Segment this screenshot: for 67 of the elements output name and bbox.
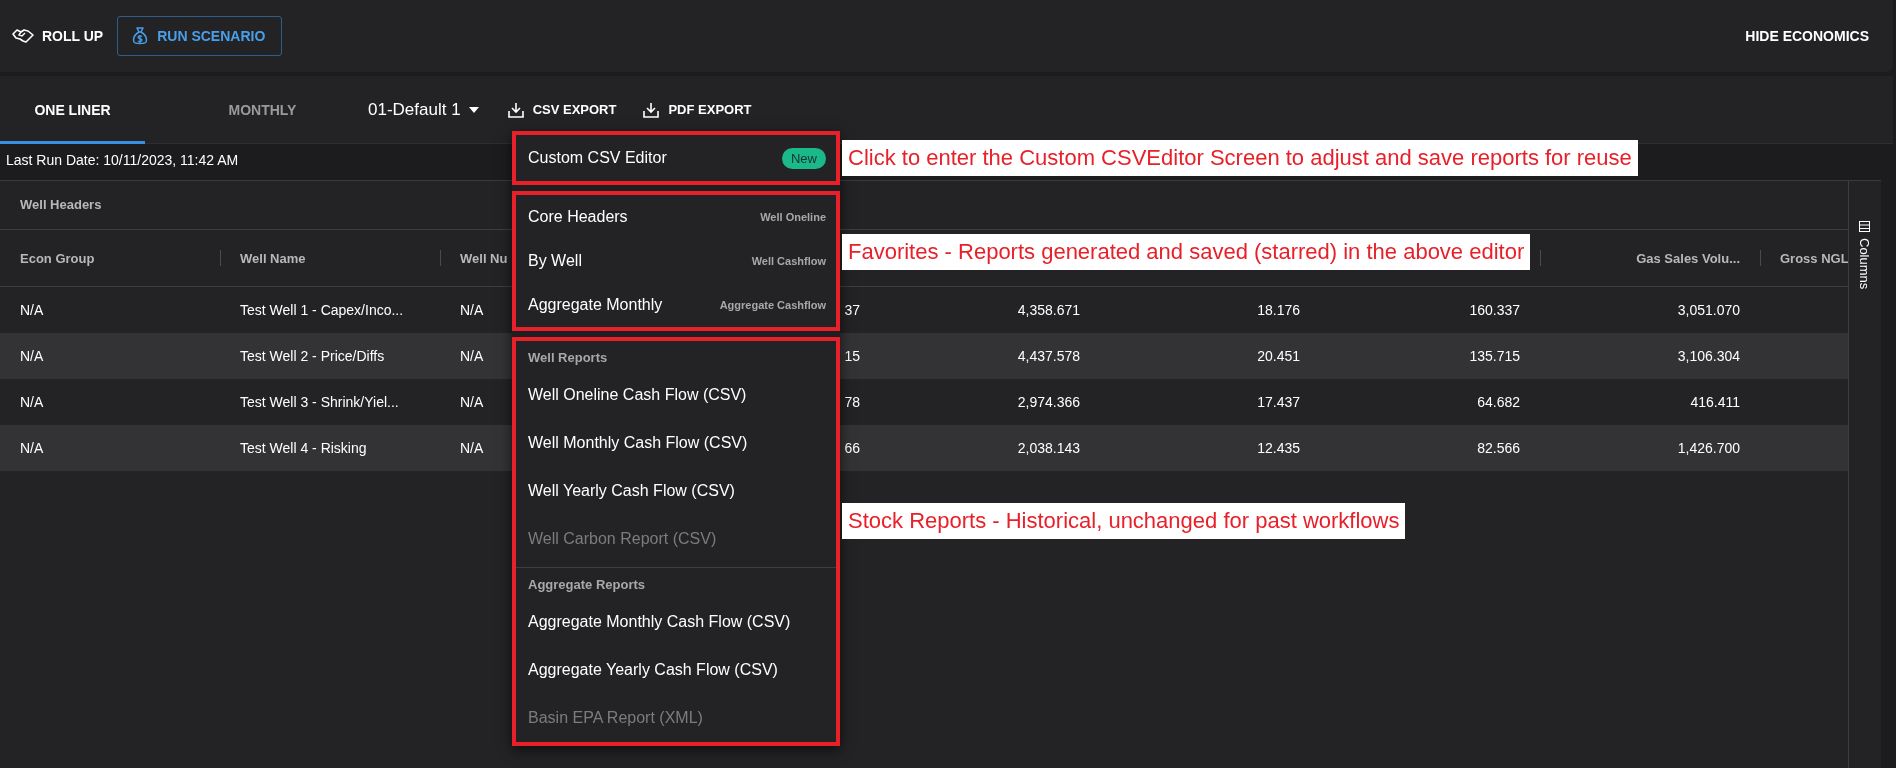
column-header[interactable]: Econ Group	[20, 250, 95, 266]
callout-note: Click to enter the Custom CSVEditor Screen to adjust and save reports for reuse	[842, 140, 1638, 176]
column-header[interactable]: Well Nu	[460, 250, 508, 266]
table-cell: 15	[844, 348, 860, 364]
export-button[interactable]: PDF EXPORT	[642, 100, 752, 119]
table-cell: 2,038.143	[1017, 440, 1080, 456]
report-type-label: Well Cashflow	[751, 255, 826, 267]
table-cell: 82.566	[1477, 440, 1520, 456]
export-button[interactable]: CSV EXPORT	[506, 100, 617, 119]
table-cell: N/A	[460, 440, 484, 456]
caret-icon	[468, 106, 479, 113]
menu-item[interactable]: Custom CSV Editor New	[516, 135, 836, 181]
table-cell: Test Well 2 - Price/Diffs	[240, 348, 385, 364]
download-icon	[506, 100, 525, 119]
menu-item[interactable]: Aggregate Yearly Cash Flow (CSV)	[516, 646, 836, 694]
table-cell: 4,437.578	[1017, 348, 1080, 364]
column-header[interactable]: Gas Sales Volu...	[1636, 250, 1740, 266]
callout-note: Favorites - Reports generated and saved (starred) in the above editor	[842, 234, 1531, 270]
table-cell: 66	[844, 440, 860, 456]
table-cell: N/A	[20, 440, 44, 456]
columns-panel-toggle[interactable]: Columns	[1848, 181, 1880, 768]
hide-economics-button[interactable]: HIDE ECONOMICS	[1745, 28, 1869, 44]
money-bag-icon	[132, 27, 149, 45]
menu-item[interactable]: By Well Well Cashflow	[516, 239, 836, 283]
menu-group-title: Aggregate Reports	[527, 576, 647, 594]
table-cell: 78	[844, 394, 860, 410]
handshake-icon	[12, 28, 34, 44]
table-cell: N/A	[460, 394, 484, 410]
column-header[interactable]: Gross NGL	[1780, 250, 1848, 266]
table-cell: 20.451	[1257, 348, 1300, 364]
columns-icon	[1859, 221, 1870, 232]
table-cell: N/A	[20, 394, 44, 410]
table-cell: 3,051.070	[1677, 302, 1740, 318]
new-badge: New	[782, 147, 826, 169]
menu-item[interactable]: Aggregate Monthly Cash Flow (CSV)	[516, 598, 836, 646]
column-header[interactable]: Well Name	[240, 250, 306, 266]
report-type-label: Well Oneline	[760, 211, 826, 223]
tab[interactable]: MONTHLY	[175, 75, 350, 144]
menu-item[interactable]: Aggregate Monthly Aggregate Cashflow	[516, 283, 836, 327]
roll-up-button[interactable]: ROLL UP	[12, 28, 104, 44]
run-scenario-button[interactable]: RUN SCENARIO	[117, 16, 283, 56]
table-cell: 12.435	[1257, 440, 1300, 456]
table-cell: 4,358.671	[1017, 302, 1080, 318]
table-cell: Test Well 3 - Shrink/Yiel...	[240, 394, 399, 410]
table-cell: 160.337	[1469, 302, 1520, 318]
table-cell: N/A	[20, 302, 44, 318]
table-cell: 37	[844, 302, 860, 318]
scenario-dropdown[interactable]: 01-Default 1	[368, 99, 479, 120]
table-cell: Test Well 1 - Capex/Inco...	[240, 302, 404, 318]
menu-group-title: Well Reports	[527, 349, 609, 367]
table-cell: 64.682	[1477, 394, 1520, 410]
table-cell: 2,974.366	[1017, 394, 1080, 410]
table-cell: N/A	[20, 348, 44, 364]
table-cell: 18.176	[1257, 302, 1300, 318]
report-type-label: Aggregate Cashflow	[719, 299, 826, 311]
table-cell: 3,106.304	[1677, 348, 1740, 364]
table-cell: 416.411	[1690, 394, 1740, 410]
download-icon	[642, 100, 661, 119]
table-cell: N/A	[460, 348, 484, 364]
table-cell: Test Well 4 - Risking	[240, 440, 367, 456]
last-run-date: Last Run Date: 10/11/2023, 11:42 AM	[6, 152, 239, 168]
table-cell: 135.715	[1469, 348, 1520, 364]
table-cell: N/A	[460, 302, 484, 318]
tab[interactable]: ONE LINER	[0, 75, 145, 144]
table-cell: 1,426.700	[1677, 440, 1740, 456]
table-cell: 17.437	[1257, 394, 1300, 410]
callout-note: Stock Reports - Historical, unchanged for past workflows	[842, 503, 1406, 539]
